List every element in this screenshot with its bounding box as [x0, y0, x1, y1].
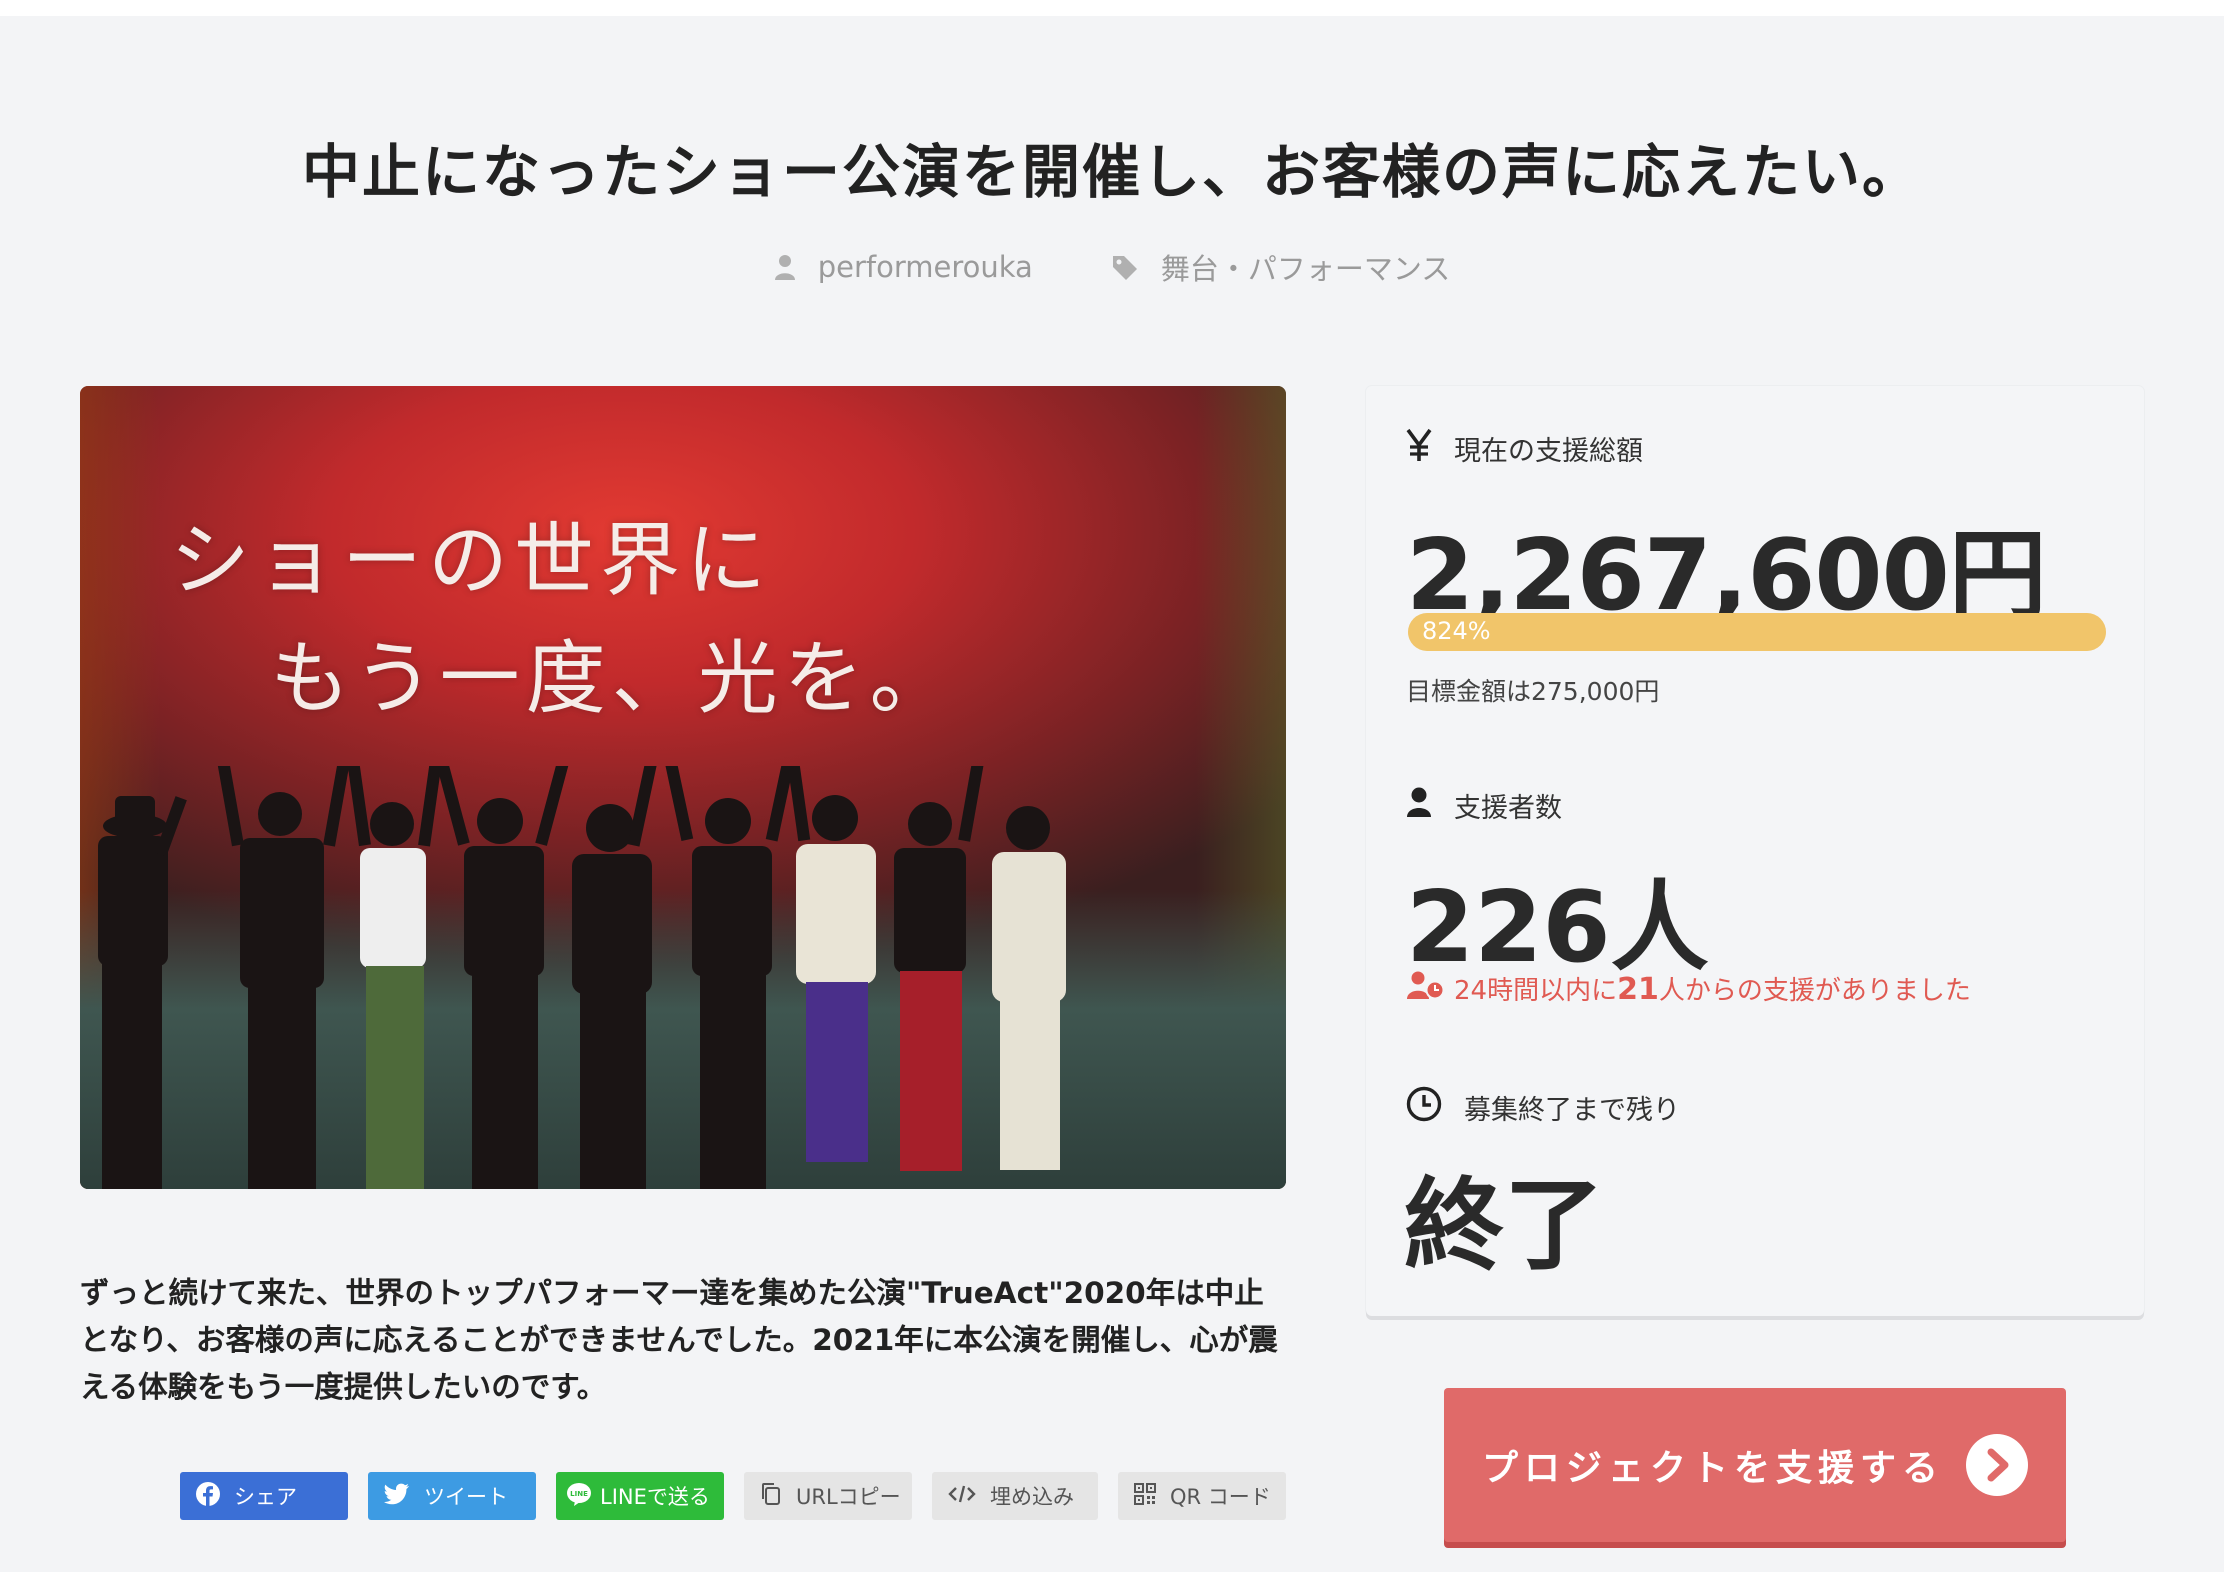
url-copy-label: URLコピー — [796, 1485, 901, 1509]
qr-code-icon — [1134, 1482, 1156, 1510]
qr-code-label: QR コード — [1170, 1485, 1271, 1509]
total-amount-label: 現在の支援総額 — [1454, 436, 1643, 467]
twitter-share-button[interactable]: ツイート — [368, 1472, 536, 1520]
hero-caption-line2: もう一度、光を。 — [270, 632, 956, 725]
page-title: 中止になったショー公演を開催し、お客様の声に応えたい。 — [301, 138, 1922, 206]
share-bar: シェア ツイート LINE LINEで送る URLコピー 埋め込み QR コード — [180, 1472, 1286, 1520]
recent-backers-notice: 24時間以内に21人からの支援がありました — [1406, 970, 1971, 1007]
performers-illustration — [98, 766, 1066, 1189]
user-clock-icon — [1406, 971, 1445, 1006]
project-meta: performerouka 舞台・パフォーマンス — [0, 246, 2224, 288]
chevron-right-circle-icon — [1966, 1434, 2028, 1496]
remaining-label: 募集終了まで残り — [1464, 1095, 1680, 1126]
facebook-share-label: シェア — [234, 1485, 297, 1509]
project-description: ずっと続けて来た、世界のトップパフォーマー達を集めた公演"TrueAct"202… — [80, 1276, 1278, 1404]
url-copy-button[interactable]: URLコピー — [744, 1472, 912, 1520]
copy-icon — [760, 1482, 782, 1511]
facebook-icon — [196, 1481, 220, 1511]
user-icon — [1406, 787, 1432, 824]
top-bar — [0, 0, 2224, 16]
support-project-button[interactable]: プロジェクトを支援する — [1444, 1388, 2066, 1542]
author-name: performerouka — [817, 250, 1033, 284]
category-link[interactable]: 舞台・パフォーマンス — [1111, 246, 1450, 288]
support-project-label: プロジェクトを支援する — [1481, 1448, 1944, 1489]
user-icon — [774, 254, 796, 280]
line-icon: LINE — [566, 1482, 592, 1511]
line-share-label: LINEで送る — [600, 1485, 710, 1509]
twitter-icon — [383, 1483, 410, 1510]
line-share-button[interactable]: LINE LINEで送る — [556, 1472, 724, 1520]
embed-button[interactable]: 埋め込み — [932, 1472, 1098, 1520]
recent-prefix: 24時間以内に — [1454, 976, 1618, 1006]
recent-suffix: 人からの支援がありました — [1658, 976, 1971, 1006]
yen-icon — [1406, 428, 1432, 469]
author-link[interactable]: performerouka — [774, 250, 1033, 284]
hero-caption-line1: ショーの世界に — [170, 514, 772, 607]
progress-bar: 824% — [1408, 613, 2106, 651]
funding-stats-panel: 現在の支援総額 2,267,600円 824% 目標金額は275,000円 支援… — [1366, 386, 2144, 1316]
code-icon — [948, 1484, 976, 1509]
backers-label: 支援者数 — [1454, 793, 1562, 824]
total-amount-label-row: 現在の支援総額 — [1406, 428, 1643, 469]
facebook-share-button[interactable]: シェア — [180, 1472, 348, 1520]
progress-percent: 824% — [1422, 617, 1491, 645]
backers-label-row: 支援者数 — [1406, 786, 1562, 825]
goal-amount: 目標金額は275,000円 — [1406, 677, 1660, 706]
progress-bar-fill — [1408, 613, 2106, 651]
remaining-value: 終了 — [1404, 1167, 1604, 1284]
embed-label: 埋め込み — [990, 1485, 1074, 1509]
twitter-share-label: ツイート — [424, 1485, 508, 1509]
category-name: 舞台・パフォーマンス — [1160, 252, 1451, 286]
clock-icon — [1406, 1086, 1442, 1129]
svg-text:LINE: LINE — [570, 1490, 588, 1498]
tag-icon — [1111, 254, 1139, 280]
recent-count: 21 — [1617, 972, 1659, 1007]
project-hero-image: ショーの世界に もう一度、光を。 — [80, 386, 1286, 1189]
backers-count: 226人 — [1406, 871, 1709, 985]
qr-code-button[interactable]: QR コード — [1118, 1472, 1286, 1520]
remaining-label-row: 募集終了まで残り — [1406, 1086, 1680, 1129]
